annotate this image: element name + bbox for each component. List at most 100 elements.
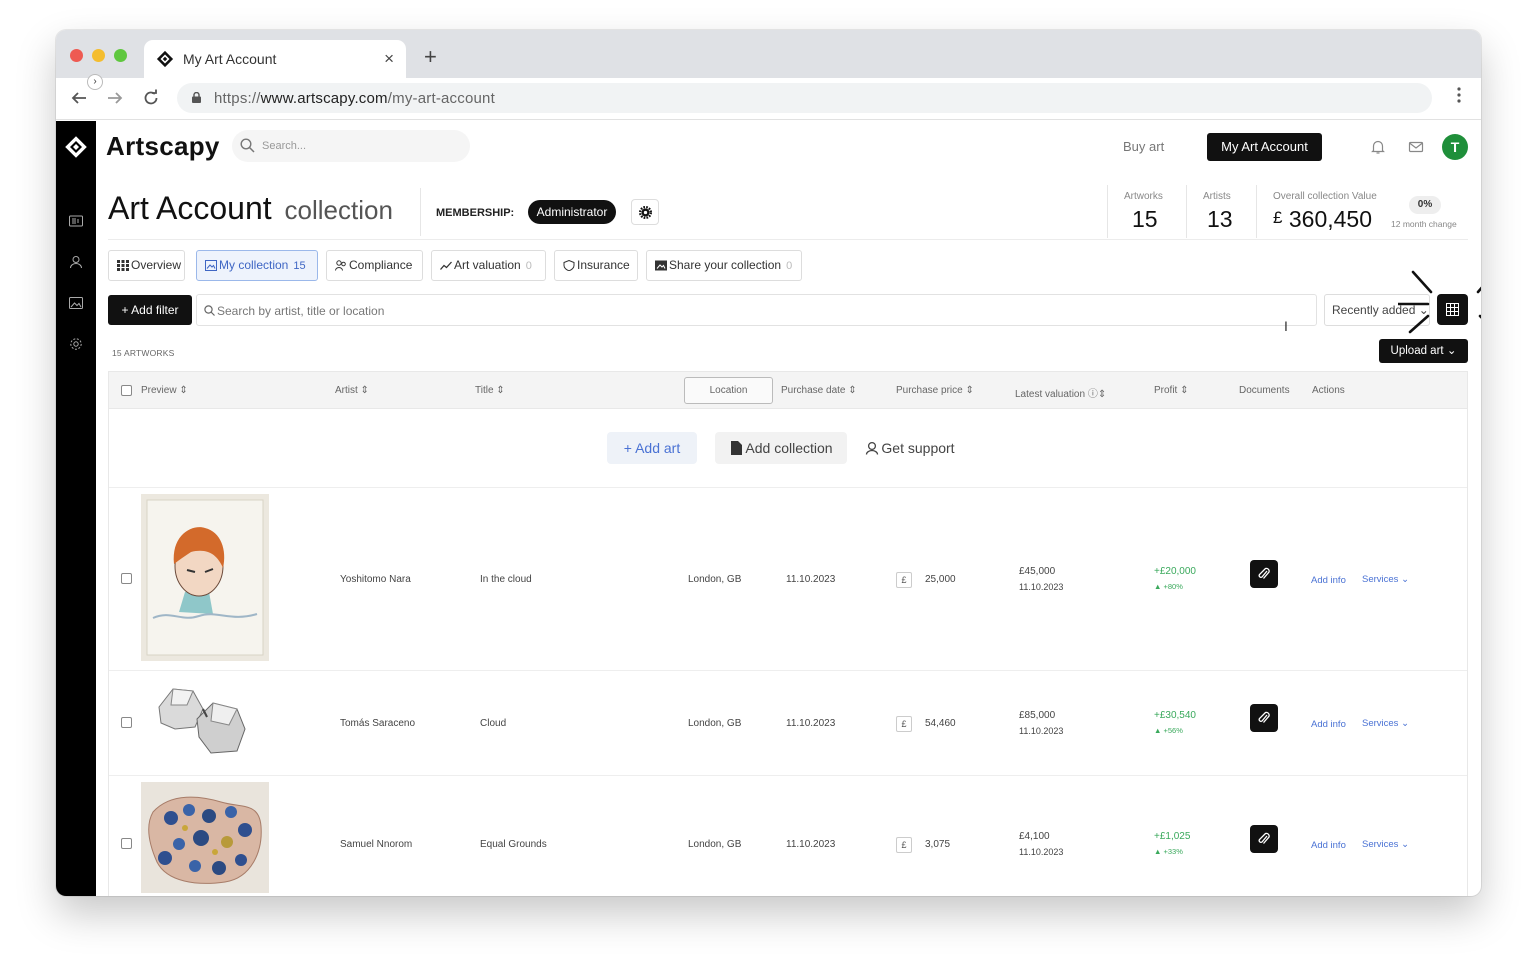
- valuation-cell: £4,100: [1019, 831, 1050, 842]
- column-artist[interactable]: Artist ⇕: [335, 385, 369, 396]
- services-dropdown[interactable]: Services ⌄: [1362, 839, 1409, 850]
- tab-count: 0: [525, 260, 532, 272]
- table-row[interactable]: Yoshitomo Nara In the cloud London, GB 1…: [109, 488, 1467, 671]
- artwork-thumbnail[interactable]: [141, 675, 269, 771]
- tab-label: Insurance: [577, 258, 630, 272]
- collection-search-input[interactable]: Search by artist, title or location: [196, 294, 1317, 326]
- gallery-icon[interactable]: [69, 296, 83, 310]
- image-icon: [655, 260, 667, 271]
- sidebar: [56, 121, 96, 896]
- brand-name[interactable]: Artscapy: [106, 131, 220, 162]
- column-latest-valuation[interactable]: Latest valuation ⓘ⇕: [1015, 385, 1106, 400]
- services-dropdown[interactable]: Services ⌄: [1362, 574, 1409, 585]
- global-search-placeholder: Search...: [262, 140, 307, 152]
- tab-art-valuation[interactable]: Art valuation 0: [431, 250, 546, 281]
- row-checkbox[interactable]: [121, 838, 132, 849]
- change-badge: 0%: [1409, 196, 1441, 214]
- dashboard-icon[interactable]: [69, 214, 83, 228]
- add-info-link[interactable]: Add info: [1311, 840, 1346, 851]
- valuation-date-cell: 11.10.2023: [1019, 726, 1064, 736]
- divider: [1256, 185, 1257, 238]
- artworks-table: + Add art Add collection Get support Yos…: [108, 409, 1468, 896]
- tab-insurance[interactable]: Insurance: [554, 250, 638, 281]
- add-info-link[interactable]: Add info: [1311, 575, 1346, 586]
- settings-icon[interactable]: [69, 337, 83, 351]
- add-collection-label: Add collection: [745, 440, 833, 456]
- user-icon[interactable]: [69, 255, 83, 269]
- user-avatar[interactable]: T: [1442, 134, 1468, 160]
- upload-art-button[interactable]: Upload art ⌄: [1379, 339, 1468, 363]
- column-title[interactable]: Title ⇕: [475, 385, 505, 396]
- get-support-button[interactable]: Get support: [863, 432, 955, 464]
- browser-window: My Art Account × + https://www.artscapy.…: [56, 30, 1481, 896]
- trend-icon: [440, 261, 452, 270]
- membership-badge[interactable]: Administrator: [528, 200, 616, 224]
- browser-tab[interactable]: My Art Account ×: [144, 40, 406, 78]
- artwork-thumbnail[interactable]: [141, 494, 269, 661]
- mail-icon[interactable]: [1408, 139, 1424, 155]
- browser-tab-bar: My Art Account × +: [56, 30, 1481, 78]
- address-bar[interactable]: https://www.artscapy.com/my-art-account: [177, 83, 1432, 113]
- browser-menu-icon[interactable]: [1457, 87, 1461, 103]
- my-art-account-button[interactable]: My Art Account: [1207, 133, 1322, 161]
- forward-arrow-icon[interactable]: [106, 89, 124, 107]
- column-purchase-date[interactable]: Purchase date ⇕: [781, 385, 857, 396]
- close-tab-icon[interactable]: ×: [384, 49, 394, 69]
- column-purchase-price[interactable]: Purchase price ⇕: [896, 385, 974, 396]
- close-window-button[interactable]: [70, 49, 83, 62]
- documents-button[interactable]: [1250, 560, 1278, 588]
- chevron-down-icon: ⌄: [1446, 345, 1457, 357]
- tab-label: Overview: [131, 258, 182, 272]
- currency-badge: £: [896, 837, 912, 853]
- sidebar-expand-button[interactable]: ›: [87, 74, 103, 90]
- document-icon: [731, 441, 742, 455]
- table-actions-row: + Add art Add collection Get support: [109, 409, 1467, 488]
- reload-icon[interactable]: [142, 89, 160, 107]
- documents-button[interactable]: [1250, 704, 1278, 732]
- users-icon: [335, 260, 346, 271]
- new-tab-button[interactable]: +: [424, 46, 437, 68]
- browser-toolbar: https://www.artscapy.com/my-art-account: [56, 78, 1481, 120]
- add-filter-button[interactable]: + Add filter: [108, 295, 192, 325]
- get-support-label: Get support: [881, 440, 955, 456]
- profit-cell: +£30,540: [1154, 710, 1196, 721]
- purchase-date-cell: 11.10.2023: [786, 839, 836, 850]
- table-row[interactable]: Tomás Saraceno Cloud London, GB 11.10.20…: [109, 671, 1467, 776]
- grid-icon: [117, 260, 129, 271]
- paperclip-icon: [1258, 711, 1270, 723]
- maximize-window-button[interactable]: [114, 49, 127, 62]
- tab-overview[interactable]: Overview: [108, 250, 185, 281]
- add-collection-button[interactable]: Add collection: [715, 432, 847, 464]
- column-preview[interactable]: Preview ⇕: [141, 385, 188, 396]
- column-profit[interactable]: Profit ⇕: [1154, 385, 1189, 396]
- add-info-link[interactable]: Add info: [1311, 719, 1346, 730]
- back-arrow-icon[interactable]: [70, 89, 88, 107]
- highlight-burst-icon: [1398, 270, 1481, 334]
- documents-button[interactable]: [1250, 825, 1278, 853]
- minimize-window-button[interactable]: [92, 49, 105, 62]
- add-art-button[interactable]: + Add art: [607, 432, 697, 464]
- text-cursor-icon: I: [1284, 318, 1288, 334]
- select-all-checkbox[interactable]: [121, 385, 132, 396]
- bell-icon[interactable]: [1370, 139, 1386, 155]
- buy-art-link[interactable]: Buy art: [1123, 139, 1164, 154]
- global-search-input[interactable]: Search...: [232, 130, 470, 162]
- column-location[interactable]: Location: [684, 377, 773, 404]
- tab-compliance[interactable]: Compliance: [326, 250, 423, 281]
- gallery-icon: [205, 260, 217, 271]
- services-dropdown[interactable]: Services ⌄: [1362, 718, 1409, 729]
- support-agent-icon: [865, 441, 879, 455]
- row-checkbox[interactable]: [121, 717, 132, 728]
- tab-count: 15: [293, 260, 306, 272]
- paperclip-icon: [1258, 567, 1270, 579]
- artwork-thumbnail[interactable]: [141, 782, 269, 893]
- upload-label: Upload art: [1390, 345, 1444, 357]
- tab-my-collection[interactable]: My collection 15: [196, 250, 318, 281]
- membership-settings-button[interactable]: [631, 199, 659, 225]
- title-cell: Cloud: [480, 718, 507, 729]
- tab-share-collection[interactable]: Share your collection 0: [646, 250, 802, 281]
- artscapy-logo-icon[interactable]: [64, 135, 88, 159]
- row-checkbox[interactable]: [121, 573, 132, 584]
- purchase-date-cell: 11.10.2023: [786, 574, 836, 585]
- table-row[interactable]: Samuel Nnorom Equal Grounds London, GB 1…: [109, 776, 1467, 896]
